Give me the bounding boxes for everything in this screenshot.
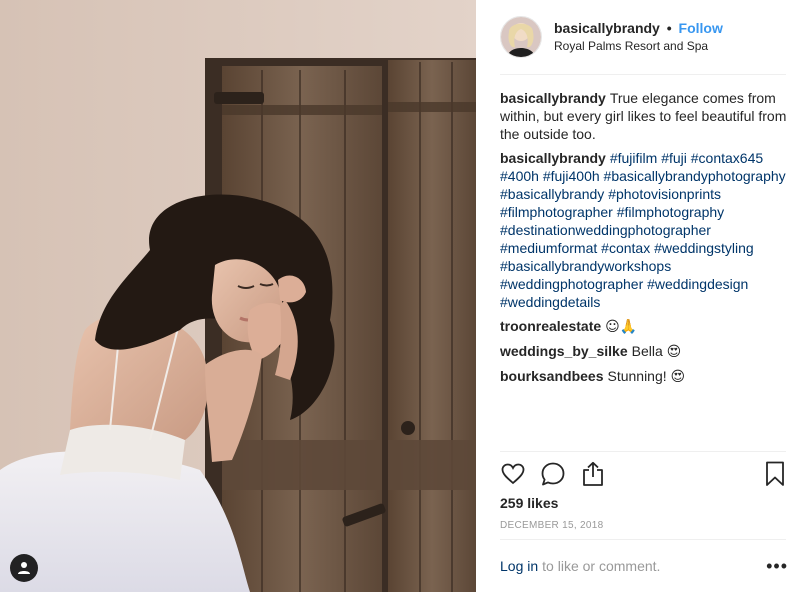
header-text: basicallybrandy • Follow Royal Palms Res… [554, 19, 723, 55]
login-prompt-text: to like or comment. [542, 558, 661, 574]
bookmark-icon [766, 461, 784, 486]
heart-icon [501, 463, 525, 485]
hashtag-link[interactable]: #destinationweddingphotographer [500, 222, 711, 238]
comments-list: basicallybrandy True elegance comes from … [500, 75, 788, 393]
hashtag-link[interactable]: #fuji [661, 150, 687, 166]
post-side-panel: basicallybrandy • Follow Royal Palms Res… [476, 0, 806, 592]
login-link[interactable]: Log in [500, 558, 538, 574]
separator-dot: • [666, 20, 672, 36]
comment-text: Stunning! [607, 368, 667, 384]
hashtag-link[interactable]: #filmphotographer [500, 204, 613, 220]
hashtag-link[interactable]: #400h [500, 168, 539, 184]
hashtag-link[interactable]: #photovisionprints [608, 186, 721, 202]
hashtag-list: #fujifilm #fuji #contax645 #400h #fuji40… [500, 150, 786, 310]
hashtag-link[interactable]: #weddingdetails [500, 294, 600, 310]
action-bar [500, 458, 788, 490]
comment-emoji: ☺🙏 [605, 319, 638, 335]
speech-bubble-icon [541, 462, 565, 486]
save-button[interactable] [762, 461, 788, 487]
comment-author[interactable]: basicallybrandy [500, 90, 606, 106]
user-comments: troonrealestate ☺🙏 weddings_by_silke Bella … [500, 317, 788, 386]
more-options-button[interactable]: ••• [766, 557, 788, 575]
hashtag-link[interactable]: #basicallybrandyphotography [604, 168, 786, 184]
comment-item: weddings_by_silke Bella 😍 [500, 342, 788, 361]
post-header: basicallybrandy • Follow Royal Palms Res… [500, 0, 786, 75]
post-photo[interactable] [0, 0, 476, 592]
hashtags-comment: basicallybrandy #fujifilm #fuji #contax64… [500, 149, 788, 311]
comment-button[interactable] [540, 461, 566, 487]
hashtag-link[interactable]: #basicallybrandyworkshops [500, 258, 671, 274]
comment-emoji: 😍 [670, 369, 686, 385]
header-username-row: basicallybrandy • Follow [554, 19, 723, 37]
hashtag-link[interactable]: #fujifilm [610, 150, 657, 166]
comment-text: Bella [631, 343, 663, 359]
hashtag-link[interactable]: #weddingdesign [647, 276, 748, 292]
footer-divider [500, 539, 786, 540]
avatar-image [501, 17, 541, 57]
hashtag-link[interactable]: #fuji400h [543, 168, 600, 184]
location-link[interactable]: Royal Palms Resort and Spa [554, 37, 723, 55]
follow-button[interactable]: Follow [679, 20, 723, 36]
hashtag-link[interactable]: #contax645 [691, 150, 763, 166]
like-button[interactable] [500, 461, 526, 487]
hashtag-link[interactable]: #basicallybrandy [500, 186, 604, 202]
user-tags-button[interactable] [10, 554, 38, 582]
comment-item: troonrealestate ☺🙏 [500, 317, 788, 336]
caption: basicallybrandy True elegance comes from … [500, 89, 788, 143]
comment-author[interactable]: troonrealestate [500, 318, 601, 334]
hashtag-link[interactable]: #weddingphotographer [500, 276, 643, 292]
share-button[interactable] [580, 461, 606, 487]
actions-divider [500, 451, 786, 452]
share-icon [583, 461, 603, 486]
likes-count[interactable]: 259 likes [500, 495, 558, 511]
hashtag-link[interactable]: #filmphotography [617, 204, 724, 220]
author-username[interactable]: basicallybrandy [554, 20, 660, 36]
post-date: DECEMBER 15, 2018 [500, 520, 604, 531]
comment-footer: Log in to like or comment. ••• [500, 557, 788, 575]
comment-emoji: 😍 [666, 344, 682, 360]
instagram-post: basicallybrandy • Follow Royal Palms Res… [0, 0, 806, 592]
hashtag-link[interactable]: #weddingstyling [654, 240, 754, 256]
comment-author[interactable]: bourksandbees [500, 368, 603, 384]
photo-illustration [0, 0, 476, 592]
hashtag-link[interactable]: #mediumformat [500, 240, 597, 256]
comment-item: bourksandbees Stunning! 😍 [500, 367, 788, 386]
comment-author[interactable]: basicallybrandy [500, 150, 606, 166]
comment-author[interactable]: weddings_by_silke [500, 343, 628, 359]
hashtag-link[interactable]: #contax [601, 240, 650, 256]
author-avatar[interactable] [500, 16, 542, 58]
user-icon [18, 562, 30, 574]
